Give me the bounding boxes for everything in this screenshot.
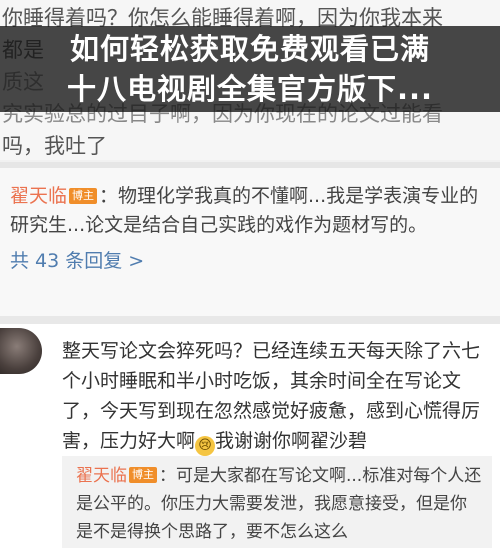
headline-line-1: 如何轻松获取免费观看已满 [69,32,430,66]
quote-author-badge: 博主 [129,467,157,483]
comment-text-tail: 我谢谢你啊翟沙碧 [215,430,368,452]
quoted-reply: 翟天临 博主 ：可是大家都在写论文啊...标准对每个人还是公平的。你压力大需要发泄，… [62,456,492,548]
comment-body: 整天写论文会猝死吗？已经连续五天每天除了六七个小时睡眠和半小时吃饭，其余时间全在… [62,336,492,456]
quote-author-link[interactable]: 翟天临 [76,466,127,486]
headline-banner: 如何轻松获取免费观看已满 十八电视剧全集官方版下... [0,26,500,112]
section-divider [0,316,500,324]
author-badge: 博主 [69,188,98,204]
reply-author-link[interactable]: 翟天临 [10,185,67,207]
crying-emoji-icon: 😢 [195,436,216,456]
reply-card: 翟天临 博主 ：物理化学我真的不懂啊...我是学表演专业的研究生...论文是结合自己… [0,168,500,316]
reply-body: 翟天临 博主 ：物理化学我真的不懂啊...我是学表演专业的研究生...论文是结合自己… [10,182,490,240]
bg-line-5: 吗，我吐了 [2,134,107,158]
comment-card: 整天写论文会猝死吗？已经连续五天每天除了六七个小时睡眠和半小时吃饭，其余时间全在… [0,324,500,548]
avatar[interactable] [0,328,42,374]
headline-line-2: 十八电视剧全集官方版下... [66,72,434,106]
more-replies-link[interactable]: 共 43 条回复 > [10,246,490,273]
